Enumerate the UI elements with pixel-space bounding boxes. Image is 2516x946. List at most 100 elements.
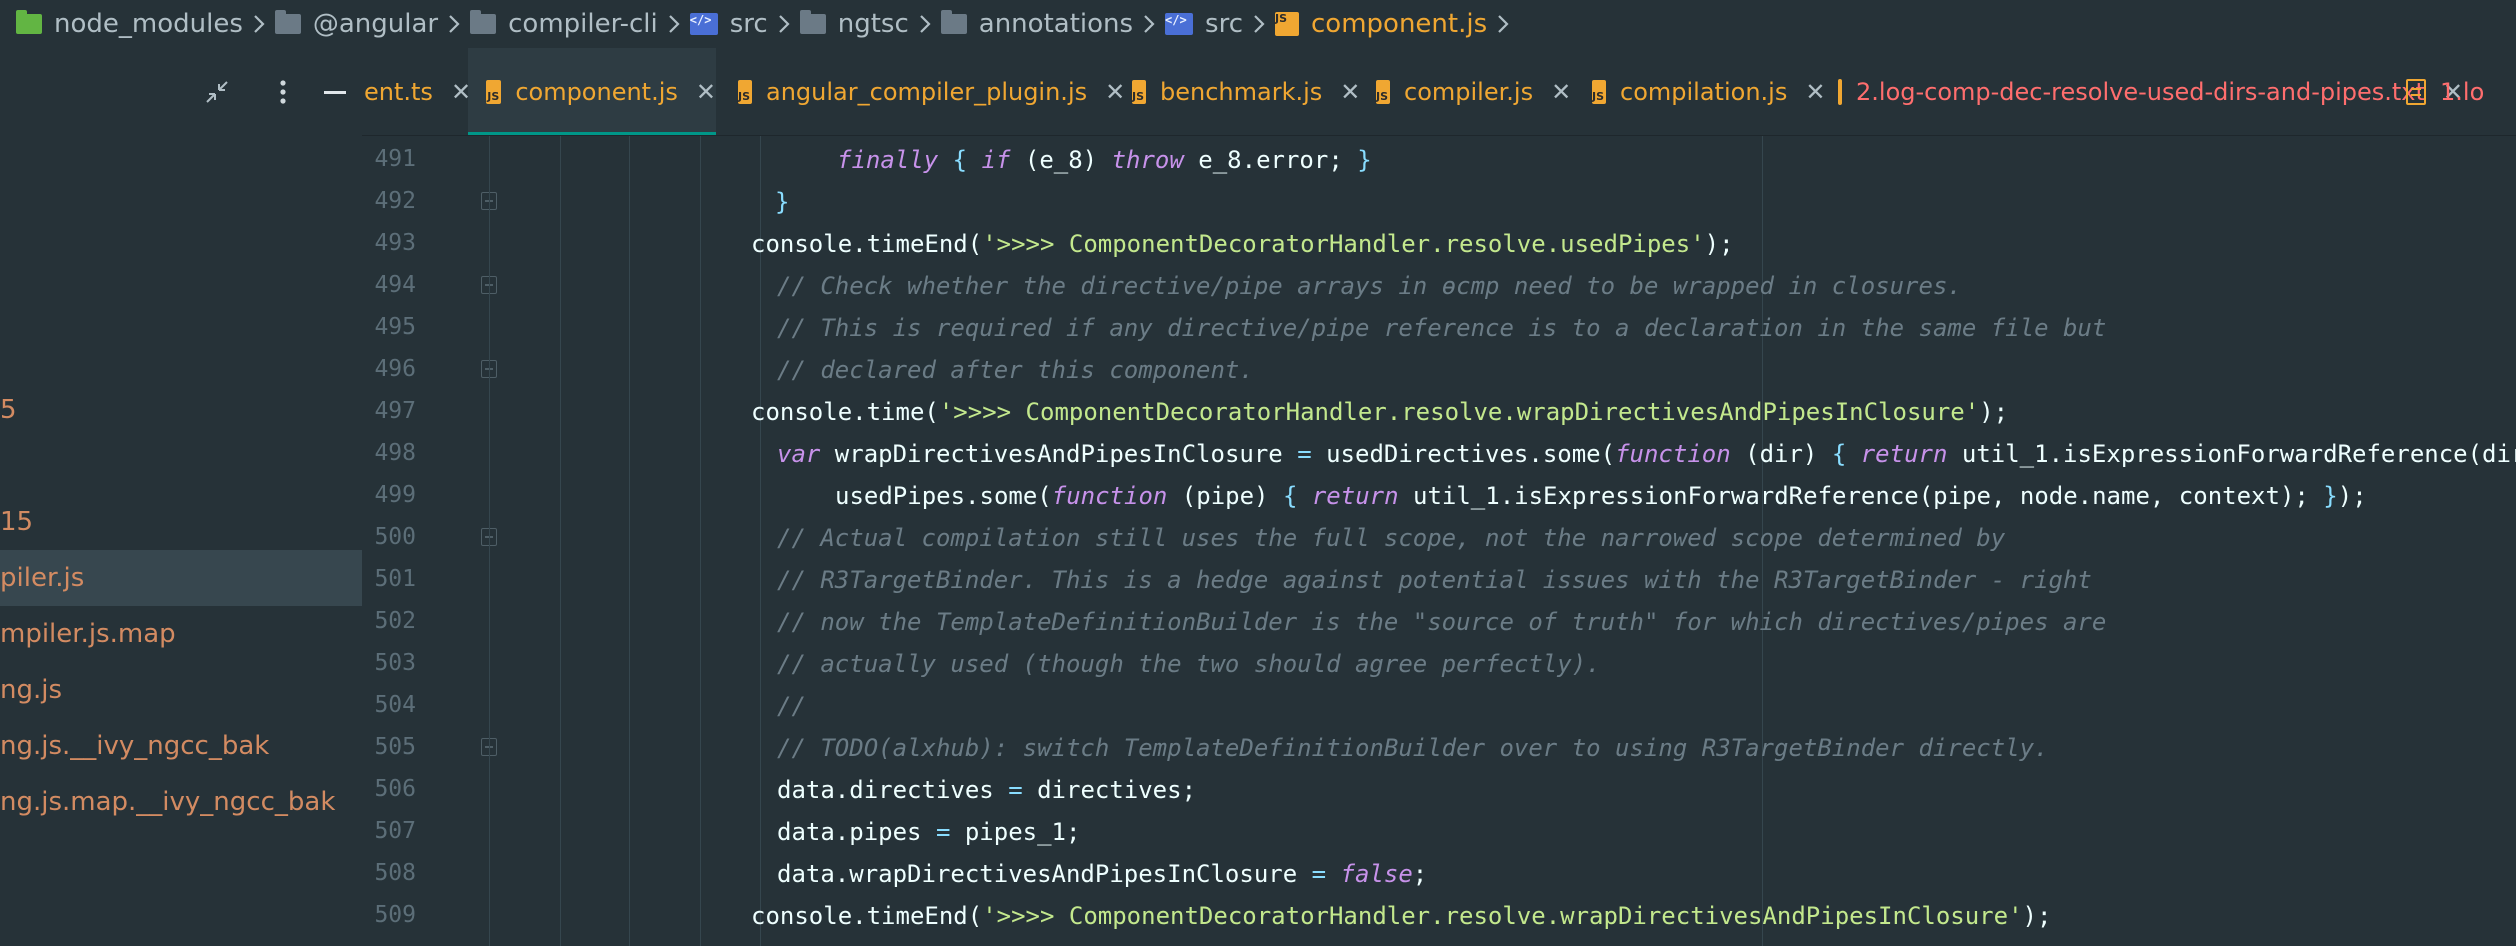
- tree-item[interactable]: ng.js.map.__ivy_ngcc_bak: [0, 774, 362, 830]
- code-token: (e_8): [1010, 146, 1112, 174]
- code-token: util_1.isExpressionForwardReference(pipe…: [1398, 482, 2324, 510]
- tab-label: ent.ts: [364, 78, 433, 106]
- breadcrumb-label: annotations: [978, 9, 1134, 39]
- minimize-icon: [324, 91, 346, 94]
- line-number: 497: [374, 398, 416, 424]
- code-token: throw: [1111, 146, 1184, 174]
- line-number: 492: [374, 188, 416, 214]
- breadcrumb-item[interactable]: </> src: [689, 0, 768, 48]
- code-token: }: [2323, 482, 2338, 510]
- more-options-button[interactable]: [266, 74, 300, 110]
- tree-item[interactable]: ng.js.__ivy_ngcc_bak: [0, 718, 362, 774]
- line-number: 507: [374, 818, 416, 844]
- code-line: usedPipes.some(function (pipe) { return …: [835, 475, 2367, 517]
- code-token: wrapDirectivesAndPipesInClosure: [820, 440, 1298, 468]
- code-token: var: [777, 440, 821, 468]
- line-number: 495: [374, 314, 416, 340]
- breadcrumb-label: compiler-cli: [508, 9, 658, 39]
- code-line: // R3TargetBinder. This is a hedge again…: [777, 559, 2092, 601]
- breadcrumb-item[interactable]: compiler-cli: [470, 0, 658, 48]
- code-token: // declared after this component.: [777, 356, 1254, 384]
- code-token: {: [1831, 440, 1861, 468]
- editor-tab[interactable]: ent.ts ✕: [362, 48, 471, 135]
- breadcrumb-item[interactable]: </> src: [1165, 0, 1243, 48]
- hide-panel-button[interactable]: [318, 74, 352, 110]
- code-token: function: [1051, 482, 1168, 510]
- js-file-icon: JS: [1376, 80, 1391, 104]
- code-token: );: [2022, 902, 2052, 930]
- breadcrumb-item[interactable]: ngtsc: [799, 0, 909, 48]
- breadcrumb-label: @angular: [312, 9, 439, 39]
- code-token: return: [1311, 482, 1399, 510]
- code-token: }: [1357, 146, 1372, 174]
- tree-item-label: ng.js.map.__ivy_ngcc_bak: [0, 787, 336, 817]
- editor-tab[interactable]: JS compilation.js ✕: [1574, 48, 1825, 135]
- breadcrumb-item[interactable]: annotations: [940, 0, 1134, 48]
- chevron-right-icon: [658, 0, 690, 48]
- line-number: 506: [374, 776, 416, 802]
- code-token: util_1.isExpressionForwardReference(dir.…: [1961, 440, 2516, 468]
- code-line: data.directives = directives;: [777, 769, 1196, 811]
- line-number: 502: [374, 608, 416, 634]
- text-file-icon: [1838, 79, 1842, 105]
- line-number: 503: [374, 650, 416, 676]
- code-token: (pipe): [1167, 482, 1283, 510]
- chevron-right-icon: [909, 0, 941, 48]
- editor-tab[interactable]: JS angular_compiler_plugin.js ✕: [720, 48, 1125, 135]
- chevron-right-icon: [1133, 0, 1165, 48]
- tree-item-label: ng.js.__ivy_ngcc_bak: [0, 731, 270, 761]
- code-line: console.timeEnd('>>>> ComponentDecorator…: [751, 223, 1734, 265]
- editor-tab[interactable]: JS component.js ✕: [468, 48, 716, 135]
- tab-label: 2.log-comp-dec-resolve-used-dirs-and-pip…: [1856, 78, 2425, 106]
- more-vertical-icon: [280, 80, 286, 104]
- line-number: 509: [374, 902, 416, 928]
- tree-item[interactable]: piler.js: [0, 550, 362, 606]
- code-token: //: [777, 692, 806, 720]
- tab-label: benchmark.js: [1160, 78, 1323, 106]
- code-token: );: [1979, 398, 2009, 426]
- line-number: 500: [374, 524, 416, 550]
- breadcrumb-label: node_modules: [54, 9, 243, 39]
- tree-item[interactable]: mpiler.js.map: [0, 606, 362, 662]
- project-panel: 5 15 piler.js mpiler.js.map ng.js ng.js.__ivy…: [0, 48, 362, 946]
- line-number: 508: [374, 860, 416, 886]
- code-line: //: [777, 685, 806, 727]
- code-token: );: [2337, 482, 2367, 510]
- code-token: // now the TemplateDefinitionBuilder is …: [777, 608, 2107, 636]
- chevron-right-icon: [1487, 0, 1519, 48]
- code-line: // This is required if any directive/pip…: [777, 307, 2106, 349]
- tab-label: 1.lo: [2440, 78, 2485, 106]
- editor-tab[interactable]: JS benchmark.js ✕: [1114, 48, 1360, 135]
- breadcrumb: node_modules @angular compiler-cli </> src ng…: [0, 0, 2516, 48]
- tree-item[interactable]: 5: [0, 382, 362, 438]
- tree-item[interactable]: 15: [0, 494, 362, 550]
- breadcrumb-label: src: [729, 9, 768, 39]
- code-token: // TODO(alxhub): switch TemplateDefiniti…: [777, 734, 2049, 762]
- editor-tab[interactable]: JS compiler.js ✕: [1358, 48, 1571, 135]
- js-file-icon: JS: [486, 80, 502, 104]
- close-icon[interactable]: ✕: [696, 78, 716, 106]
- code-editor[interactable]: 491 492 493 494 495 496 497 498 499 500 501 502 503 5…: [362, 136, 2516, 946]
- chevron-right-icon: [1243, 0, 1275, 48]
- js-file-icon: JS: [1275, 12, 1300, 36]
- editor-tab[interactable]: 2.log-comp-dec-resolve-used-dirs-and-pip…: [1820, 48, 2463, 135]
- breadcrumb-item[interactable]: node_modules: [16, 0, 243, 48]
- tree-item[interactable]: ng.js: [0, 662, 362, 718]
- indent-guide: [629, 136, 630, 946]
- code-line: // now the TemplateDefinitionBuilder is …: [777, 601, 2106, 643]
- breadcrumb-item[interactable]: @angular: [274, 0, 439, 48]
- code-token: finally: [837, 146, 939, 174]
- collapse-all-button[interactable]: [200, 74, 234, 110]
- folder-green-icon: [16, 10, 42, 34]
- breadcrumb-item[interactable]: JS component.js: [1275, 0, 1487, 48]
- close-icon[interactable]: ✕: [1551, 78, 1571, 106]
- line-number: 494: [374, 272, 416, 298]
- code-token: pipes_1;: [950, 818, 1081, 846]
- tree-item-label: 5: [0, 395, 17, 425]
- tab-label: angular_compiler_plugin.js: [766, 78, 1088, 106]
- code-token: {: [938, 146, 982, 174]
- editor-tab[interactable]: 1.lo: [2388, 48, 2516, 135]
- code-line: data.pipes = pipes_1;: [777, 811, 1080, 853]
- indent-guide: [700, 136, 701, 946]
